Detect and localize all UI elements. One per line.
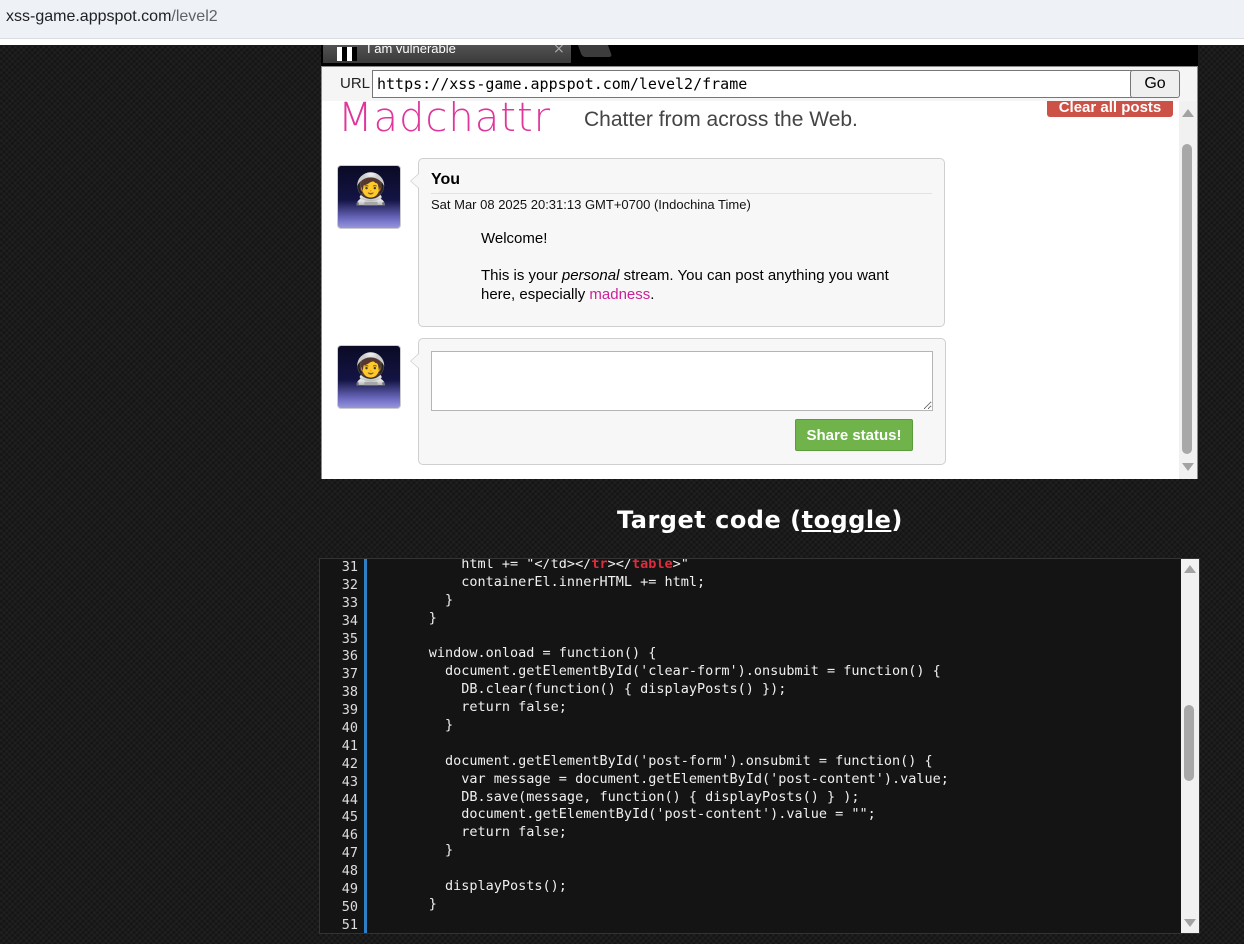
frame-scrollbar[interactable] — [1179, 101, 1197, 479]
post: You Sat Mar 08 2025 20:31:13 GMT+0700 (I… — [410, 158, 945, 327]
code-line: document.getElementById('post-content').… — [380, 806, 876, 823]
code-scrollbar-thumb[interactable] — [1184, 705, 1194, 781]
code-line: document.getElementById('post-form').ons… — [380, 752, 933, 769]
code-line: document.getElementById('clear-form').on… — [380, 663, 941, 680]
code-line: return false; — [380, 699, 567, 716]
code-scroll-up-icon[interactable] — [1184, 565, 1196, 573]
madchattr-page: Madchattr Chatter from across the Web. C… — [321, 101, 1198, 479]
line-number: 31 — [341, 559, 358, 575]
code-line: html += "</td></tr></table>" — [380, 558, 949, 574]
line-number: 45 — [341, 809, 358, 826]
scroll-down-icon[interactable] — [1182, 463, 1194, 471]
heading-prefix: Target code ( — [617, 506, 802, 534]
code-line: } — [380, 609, 437, 626]
tab-title: I am vulnerable — [367, 45, 456, 56]
astronaut-icon: 🧑‍🚀 — [352, 172, 390, 207]
share-status-button[interactable]: Share status! — [795, 419, 913, 451]
line-number: 36 — [341, 648, 358, 665]
code-tag-token: table — [631, 558, 673, 572]
post-paragraph: This is your personal stream. You can po… — [481, 266, 901, 304]
code-scroll-down-icon[interactable] — [1184, 919, 1196, 927]
line-number: 32 — [341, 576, 358, 593]
tab-favicon-icon — [337, 47, 357, 61]
code-line: } — [380, 842, 454, 859]
tagline: Chatter from across the Web. — [584, 108, 858, 131]
avatar: 🧑‍🚀 — [337, 165, 401, 229]
code-scrollbar[interactable] — [1181, 559, 1199, 933]
post-content-textarea[interactable] — [431, 351, 933, 411]
code-line: window.onload = function() { — [380, 645, 657, 662]
code-line: displayPosts(); — [380, 878, 567, 895]
toggle-link[interactable]: toggle — [802, 506, 892, 534]
compose-box: Share status! — [410, 338, 946, 465]
frame-tab[interactable]: I am vulnerable × — [323, 45, 571, 63]
line-number: 38 — [341, 684, 358, 701]
madchattr-logo: Madchattr — [338, 101, 552, 141]
line-number: 47 — [341, 845, 358, 862]
code-line: } — [380, 591, 454, 608]
code-line: DB.clear(function() { displayPosts() }); — [380, 681, 787, 698]
line-number: 50 — [341, 898, 358, 915]
code-token: ></ — [607, 558, 632, 572]
line-number: 44 — [341, 791, 358, 808]
heading-suffix: ) — [891, 506, 903, 534]
address-host: xss-game.appspot.com — [6, 8, 172, 25]
frame-url-input[interactable] — [372, 70, 1132, 98]
code-line: } — [380, 895, 437, 912]
post-text-end: . — [650, 286, 655, 303]
browser-address-bar[interactable]: xss-game.appspot.com/level2 — [0, 0, 1244, 39]
address-path: /level2 — [171, 8, 218, 25]
line-number: 33 — [341, 594, 358, 611]
code-viewer: 31 32 33 34 35 36 37 38 39 40 41 42 43 44 45 46 47 48 49 50… — [319, 558, 1200, 934]
game-frame: I am vulnerable × URL Go Madchattr Chatt… — [321, 45, 1198, 479]
code-token: html += "</td></ — [380, 558, 592, 572]
line-number: 35 — [341, 630, 358, 647]
frame-tab-strip: I am vulnerable × — [321, 45, 1198, 66]
line-number-gutter: 31 32 33 34 35 36 37 38 39 40 41 42 43 44 45 46 47 48 49 50… — [320, 559, 367, 933]
madness-link[interactable]: madness — [589, 286, 650, 303]
target-code-heading: Target code (toggle) — [617, 506, 903, 534]
code-line: var message = document.getElementById('p… — [380, 770, 949, 787]
post-date: Sat Mar 08 2025 20:31:13 GMT+0700 (Indoc… — [431, 197, 751, 212]
code-token: >" — [672, 558, 689, 572]
code-lines: html += "</td></tr></table>" containerEl… — [380, 558, 949, 932]
line-number: 43 — [341, 773, 358, 790]
line-number: 41 — [341, 737, 358, 754]
line-number: 49 — [341, 881, 358, 898]
code-line: } — [380, 717, 454, 734]
post-author: You — [431, 171, 461, 188]
astronaut-icon: 🧑‍🚀 — [352, 352, 390, 387]
new-tab-button[interactable] — [575, 45, 613, 57]
line-number: 48 — [341, 863, 358, 880]
post-divider — [431, 193, 932, 194]
go-button[interactable]: Go — [1130, 70, 1180, 98]
line-number: 42 — [341, 755, 358, 772]
line-number: 37 — [341, 666, 358, 683]
line-number: 39 — [341, 702, 358, 719]
post-message: Welcome! This is your personal stream. Y… — [481, 229, 901, 322]
tab-close-icon[interactable]: × — [553, 45, 565, 57]
avatar: 🧑‍🚀 — [337, 345, 401, 409]
code-line: DB.save(message, function() { displayPos… — [380, 788, 860, 805]
address-url[interactable]: xss-game.appspot.com/level2 — [6, 8, 218, 26]
line-number: 51 — [341, 916, 358, 933]
scroll-up-icon[interactable] — [1182, 109, 1194, 117]
frame-url-bar: URL Go — [321, 66, 1198, 102]
code-line: containerEl.innerHTML += html; — [380, 573, 706, 590]
line-number: 34 — [341, 612, 358, 629]
line-number: 40 — [341, 720, 358, 737]
code-tag-token: tr — [591, 558, 608, 572]
url-label: URL — [340, 75, 371, 92]
code-line: return false; — [380, 824, 567, 841]
line-number: 46 — [341, 827, 358, 844]
post-emphasis: personal — [561, 267, 620, 284]
post-text-1: This is your — [481, 267, 562, 284]
frame-scrollbar-thumb[interactable] — [1182, 144, 1192, 454]
clear-all-posts-button[interactable]: Clear all posts — [1047, 101, 1173, 117]
post-welcome: Welcome! — [481, 230, 548, 247]
